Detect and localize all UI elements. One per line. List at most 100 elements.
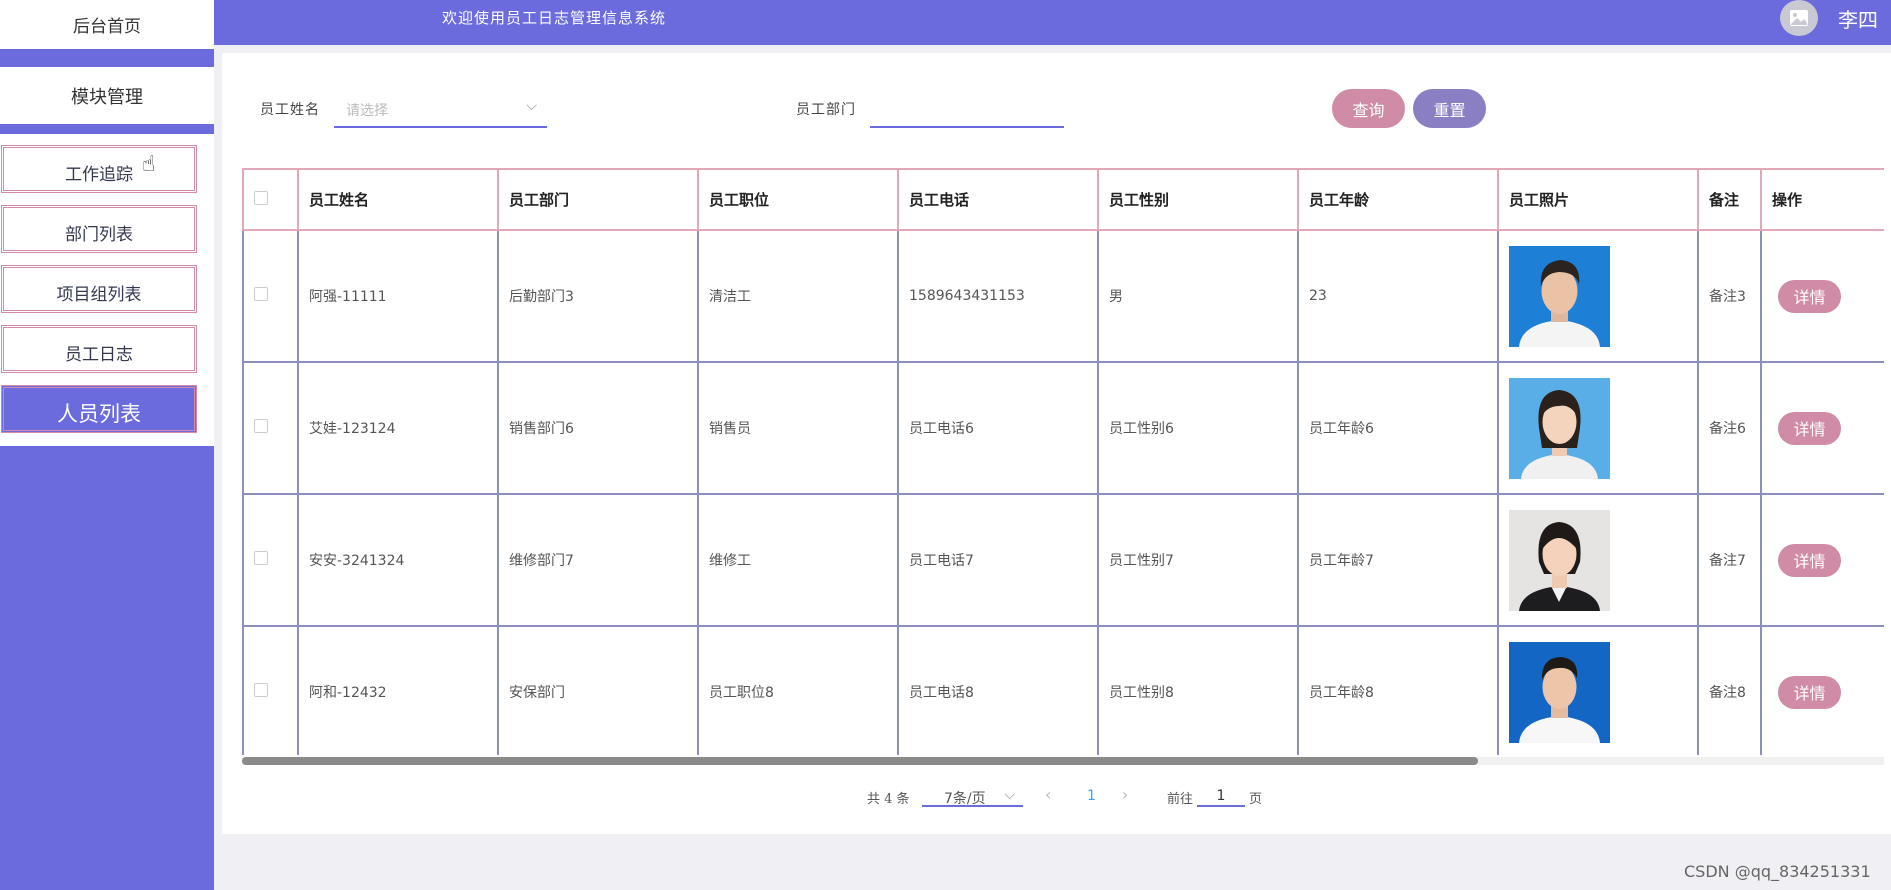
page-size-select[interactable]: 7条/页 ⌵: [922, 775, 1023, 807]
cell-gender: 员工性别8: [1097, 625, 1299, 755]
column-header[interactable]: 员工性别: [1097, 168, 1299, 231]
row-select-cell: [242, 493, 299, 627]
column-header[interactable]: 员工年龄: [1297, 168, 1499, 231]
main-panel: 员工姓名 请选择 ⌵ 员工部门 查询 重置 员工姓名 员工部门 员工职位 员工电…: [222, 53, 1891, 834]
horizontal-scrollbar[interactable]: [242, 757, 1884, 765]
cell-name: 艾娃-123124: [297, 361, 499, 495]
sidebar-item-personnel[interactable]: 人员列表: [1, 385, 197, 433]
cell-age: 员工年龄7: [1297, 493, 1499, 627]
cell-dept: 后勤部门3: [497, 229, 699, 363]
employee-dept-input[interactable]: [870, 86, 1064, 128]
cell-action: 详情: [1760, 625, 1884, 755]
cell-position: 销售员: [697, 361, 899, 495]
chevron-down-icon: ⌵: [1004, 787, 1015, 803]
cell-name: 安安-3241324: [297, 493, 499, 627]
sidebar-home-link[interactable]: 后台首页: [0, 0, 214, 49]
employee-name-select[interactable]: 请选择 ⌵: [334, 86, 547, 128]
row-select-cell: [242, 625, 299, 755]
query-button[interactable]: 查询: [1332, 89, 1405, 128]
reset-button[interactable]: 重置: [1413, 89, 1486, 128]
cell-gender: 员工性别7: [1097, 493, 1299, 627]
pagination-total: 共 4 条: [867, 792, 910, 807]
cell-phone: 1589643431153: [897, 229, 1099, 363]
sidebar: 后台首页 模块管理 工作追踪 部门列表 项目组列表 员工日志 人员列表: [0, 0, 214, 890]
sidebar-item-project-groups[interactable]: 项目组列表: [1, 265, 197, 313]
row-select-cell: [242, 229, 299, 363]
table-row: 阿和-12432 安保部门 员工职位8 员工电话8 员工性别8 员工年龄8 备注…: [242, 625, 1884, 755]
column-header[interactable]: 员工部门: [497, 168, 699, 231]
cell-gender: 员工性别6: [1097, 361, 1299, 495]
cell-note: 备注8: [1697, 625, 1762, 755]
table-row: 艾娃-123124 销售部门6 销售员 员工电话6 员工性别6 员工年龄6 备注…: [242, 361, 1884, 495]
row-checkbox[interactable]: [254, 419, 268, 433]
row-checkbox[interactable]: [254, 551, 268, 565]
page-size-value: 7条/页: [944, 791, 986, 807]
watermark: CSDN @qq_834251331: [1684, 862, 1871, 881]
column-header[interactable]: 员工照片: [1497, 168, 1699, 231]
column-header[interactable]: 员工电话: [897, 168, 1099, 231]
table-row: 安安-3241324 维修部门7 维修工 员工电话7 员工性别7 员工年龄7 备…: [242, 493, 1884, 627]
top-bar: 欢迎使用员工日志管理信息系统 李四: [214, 0, 1891, 45]
table-header-row: 员工姓名 员工部门 员工职位 员工电话 员工性别 员工年龄 员工照片 备注 操作: [242, 168, 1884, 231]
cell-photo: [1497, 625, 1699, 755]
page-number-current[interactable]: 1: [1087, 788, 1096, 804]
cell-phone: 员工电话7: [897, 493, 1099, 627]
next-page-icon[interactable]: ›: [1122, 785, 1128, 804]
sidebar-item-employee-log[interactable]: 员工日志: [1, 325, 197, 373]
female-portrait-photo[interactable]: [1509, 509, 1610, 611]
sidebar-item-work-tracking[interactable]: 工作追踪: [1, 145, 197, 193]
cell-name: 阿强-11111: [297, 229, 499, 363]
cell-dept: 维修部门7: [497, 493, 699, 627]
row-checkbox[interactable]: [254, 683, 268, 697]
employee-dept-label: 员工部门: [796, 102, 856, 118]
cell-position: 员工职位8: [697, 625, 899, 755]
column-header[interactable]: 员工姓名: [297, 168, 499, 231]
avatar[interactable]: [1780, 0, 1818, 36]
sidebar-item-departments[interactable]: 部门列表: [1, 205, 197, 253]
cell-name: 阿和-12432: [297, 625, 499, 755]
column-header[interactable]: 备注: [1697, 168, 1762, 231]
scrollbar-thumb[interactable]: [242, 757, 1478, 765]
detail-button[interactable]: 详情: [1778, 675, 1841, 709]
male-portrait-photo[interactable]: [1509, 245, 1610, 347]
select-all-cell: [242, 168, 299, 231]
detail-button[interactable]: 详情: [1778, 543, 1841, 577]
welcome-title: 欢迎使用员工日志管理信息系统: [442, 9, 667, 27]
cell-note: 备注3: [1697, 229, 1762, 363]
cell-note: 备注7: [1697, 493, 1762, 627]
column-header[interactable]: 操作: [1760, 168, 1884, 231]
row-checkbox[interactable]: [254, 287, 268, 301]
cell-dept: 安保部门: [497, 625, 699, 755]
cell-age: 员工年龄8: [1297, 625, 1499, 755]
cell-photo: [1497, 493, 1699, 627]
chevron-down-icon: ⌵: [526, 98, 537, 114]
cell-position: 维修工: [697, 493, 899, 627]
select-all-checkbox[interactable]: [254, 190, 268, 205]
detail-button[interactable]: 详情: [1778, 411, 1841, 445]
male-portrait-photo[interactable]: [1509, 641, 1610, 743]
cell-gender: 男: [1097, 229, 1299, 363]
cell-age: 员工年龄6: [1297, 361, 1499, 495]
cell-phone: 员工电话6: [897, 361, 1099, 495]
table-row: 阿强-11111 后勤部门3 清洁工 1589643431153 男 23 备注…: [242, 229, 1884, 363]
cell-age: 23: [1297, 229, 1499, 363]
sidebar-module-heading[interactable]: 模块管理: [0, 67, 214, 124]
cell-dept: 销售部门6: [497, 361, 699, 495]
detail-button[interactable]: 详情: [1778, 279, 1841, 313]
column-header[interactable]: 员工职位: [697, 168, 899, 231]
employee-name-label: 员工姓名: [260, 102, 320, 118]
cell-photo: [1497, 229, 1699, 363]
cell-action: 详情: [1760, 229, 1884, 363]
employee-table-wrap: 员工姓名 员工部门 员工职位 员工电话 员工性别 员工年龄 员工照片 备注 操作…: [242, 168, 1884, 755]
prev-page-icon[interactable]: ‹: [1045, 785, 1051, 804]
cell-position: 清洁工: [697, 229, 899, 363]
page-suffix: 页: [1249, 792, 1263, 807]
employee-table: 员工姓名 员工部门 员工职位 员工电话 员工性别 员工年龄 员工照片 备注 操作…: [242, 168, 1884, 755]
cell-action: 详情: [1760, 493, 1884, 627]
female-portrait-photo[interactable]: [1509, 377, 1610, 479]
sidebar-menu: 工作追踪 部门列表 项目组列表 员工日志 人员列表: [0, 134, 214, 446]
image-icon: [1790, 10, 1808, 26]
username[interactable]: 李四: [1838, 4, 1878, 33]
employee-name-placeholder: 请选择: [346, 103, 388, 119]
goto-page-input[interactable]: 1: [1197, 775, 1245, 807]
